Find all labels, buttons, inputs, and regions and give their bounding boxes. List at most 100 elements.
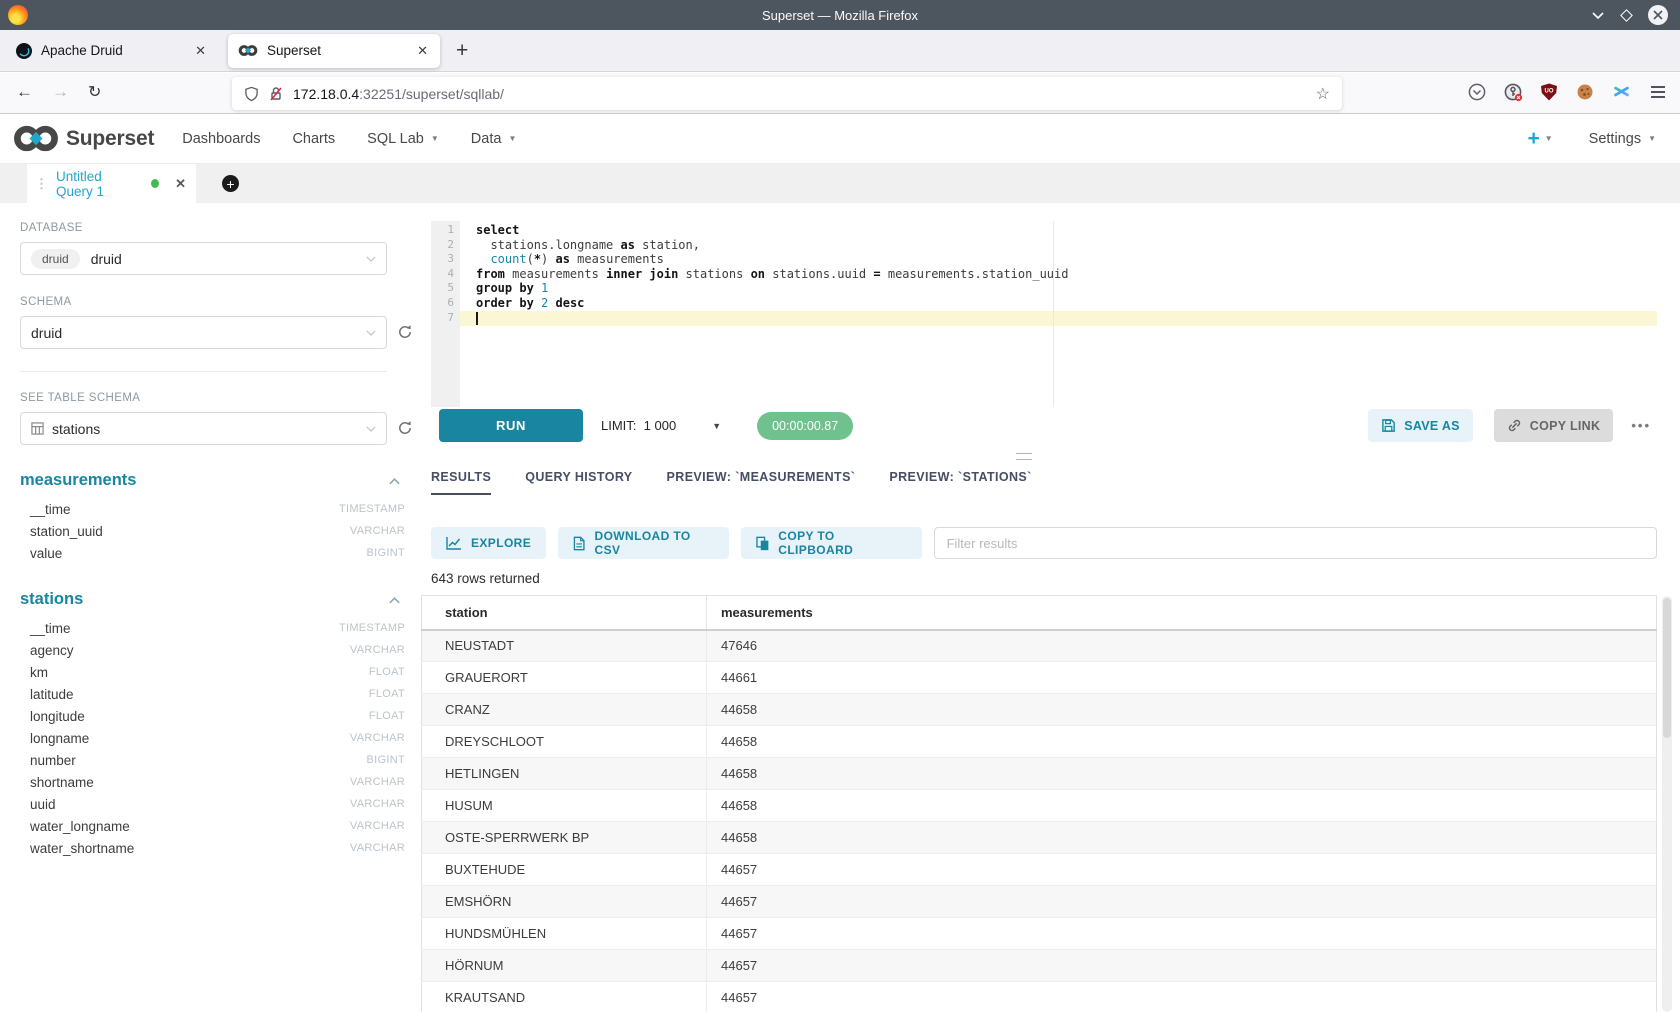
asterisk-extension-icon[interactable] [1613, 83, 1630, 100]
column-header-measurements[interactable]: measurements [707, 596, 1657, 630]
schema-column-row: longnameVARCHAR [20, 727, 405, 749]
code-line: stations.longname as station, [476, 238, 1657, 253]
cell-measurements: 47646 [707, 630, 1657, 662]
tab-results[interactable]: RESULTS [431, 470, 491, 495]
result-row: HÖRNUM44657 [422, 950, 1657, 982]
more-actions-button[interactable]: ••• [1631, 418, 1651, 433]
cookie-extension-icon[interactable] [1576, 83, 1594, 101]
schema-table-section: stations__timeTIMESTAMPagencyVARCHARkmFL… [20, 590, 405, 859]
url-text: 172.18.0.4:32251/superset/sqllab/ [293, 86, 1316, 102]
query-tab-untitled-1[interactable]: ⋮ Untitled Query 1 ✕ [27, 164, 196, 203]
cell-station: HETLINGEN [422, 758, 707, 790]
drag-handle-icon[interactable]: ⋮ [35, 176, 48, 192]
sql-editor[interactable]: 1234567 select stations.longname as stat… [429, 221, 1657, 407]
shield-icon[interactable] [244, 86, 259, 102]
insecure-lock-icon[interactable] [269, 86, 283, 102]
settings-menu[interactable]: Settings▼ [1589, 131, 1656, 147]
tab-preview-stations[interactable]: PREVIEW: `STATIONS` [889, 470, 1031, 495]
line-number: 4 [431, 267, 460, 282]
tab-close-icon[interactable]: ✕ [415, 43, 430, 59]
chart-icon [446, 536, 462, 550]
new-tab-button[interactable]: + [456, 40, 468, 61]
column-type: VARCHAR [350, 842, 405, 854]
window-maximize-icon[interactable] [1620, 9, 1633, 22]
new-query-tab-button[interactable]: + [222, 175, 239, 192]
window-titlebar: Superset — Mozilla Firefox [0, 0, 1680, 30]
cell-station: GRAUERORT [422, 662, 707, 694]
result-row: HETLINGEN44658 [422, 758, 1657, 790]
bookmark-star-icon[interactable]: ☆ [1316, 84, 1330, 104]
add-new-button[interactable]: +▼ [1527, 128, 1552, 149]
chevron-up-icon[interactable] [388, 476, 401, 486]
database-select[interactable]: druid druid [20, 242, 387, 275]
column-name: __time [20, 502, 71, 517]
browser-tab-apache-druid[interactable]: Apache Druid ✕ [6, 34, 218, 68]
editor-print-margin [1053, 221, 1054, 407]
table-icon [31, 422, 44, 435]
results-scrollbar[interactable] [1662, 596, 1672, 1012]
copy-clipboard-button[interactable]: COPY TO CLIPBOARD [741, 527, 922, 559]
column-header-station[interactable]: station [422, 596, 707, 630]
run-button[interactable]: RUN [439, 409, 583, 442]
result-row: KRAUTSAND44657 [422, 982, 1657, 1012]
pocket-icon[interactable] [1468, 83, 1486, 101]
chevron-up-icon[interactable] [388, 595, 401, 605]
column-type: TIMESTAMP [339, 503, 405, 515]
column-name: __time [20, 621, 71, 636]
editor-code[interactable]: select stations.longname as station, cou… [460, 223, 1657, 325]
column-name: agency [20, 643, 74, 658]
nav-dashboards[interactable]: Dashboards [182, 131, 260, 147]
table-schema-label: SEE TABLE SCHEMA [20, 392, 405, 404]
schema-column-row: station_uuidVARCHAR [20, 520, 405, 542]
cell-station: CRANZ [422, 694, 707, 726]
filter-results-input[interactable] [934, 527, 1657, 559]
tab-preview-measurements[interactable]: PREVIEW: `MEASUREMENTS` [667, 470, 856, 495]
table-select[interactable]: stations [20, 412, 387, 445]
nav-charts[interactable]: Charts [292, 131, 335, 147]
reload-button[interactable]: ↻ [88, 82, 101, 102]
save-as-button[interactable]: SAVE AS [1368, 409, 1473, 442]
schema-select[interactable]: druid [20, 316, 387, 349]
chevron-down-icon: ▼ [508, 134, 516, 143]
nav-data[interactable]: Data▼ [471, 131, 517, 147]
key-extension-icon[interactable] [1504, 83, 1523, 102]
cell-station: HUNDSMÜHLEN [422, 918, 707, 950]
schema-table-header[interactable]: measurements [20, 471, 405, 490]
forward-button[interactable]: → [52, 82, 69, 102]
refresh-table-icon[interactable] [397, 420, 413, 436]
results-scrollbar-thumb[interactable] [1663, 598, 1671, 738]
results-table-body: NEUSTADT47646GRAUERORT44661CRANZ44658DRE… [422, 630, 1657, 1012]
column-type: FLOAT [369, 710, 405, 722]
schema-column-row: agencyVARCHAR [20, 639, 405, 661]
cell-station: NEUSTADT [422, 630, 707, 662]
result-row: EMSHÖRN44657 [422, 886, 1657, 918]
editor-cursor [476, 312, 478, 325]
window-minimize-icon[interactable] [1591, 11, 1605, 20]
cell-station: KRAUTSAND [422, 982, 707, 1012]
refresh-schema-icon[interactable] [397, 324, 413, 340]
cell-measurements: 44657 [707, 854, 1657, 886]
window-close-icon[interactable] [1648, 5, 1668, 25]
column-name: value [20, 546, 62, 561]
schema-column-row: valueBIGINT [20, 542, 405, 564]
back-button[interactable]: ← [16, 82, 33, 102]
query-tab-close-icon[interactable]: ✕ [175, 176, 186, 192]
url-bar[interactable]: 172.18.0.4:32251/superset/sqllab/ ☆ [232, 77, 1342, 110]
copy-link-button[interactable]: COPY LINK [1494, 409, 1614, 442]
cell-measurements: 44657 [707, 950, 1657, 982]
sidebar-divider [20, 371, 387, 372]
tab-close-icon[interactable]: ✕ [193, 43, 208, 59]
hamburger-menu-icon[interactable] [1650, 85, 1666, 99]
tab-title: Superset [267, 43, 415, 58]
browser-tab-superset[interactable]: Superset ✕ [228, 34, 440, 68]
schema-table-header[interactable]: stations [20, 590, 405, 609]
nav-sql-lab[interactable]: SQL Lab▼ [367, 131, 439, 147]
download-csv-button[interactable]: DOWNLOAD TO CSV [558, 527, 729, 559]
schema-column-row: __time TIMESTAMP [20, 498, 405, 520]
ublock-icon[interactable]: UO [1540, 83, 1558, 101]
explore-button[interactable]: EXPLORE [431, 527, 546, 559]
pane-resize-handle[interactable] [1016, 453, 1032, 460]
tab-query-history[interactable]: QUERY HISTORY [525, 470, 632, 495]
limit-dropdown-icon[interactable]: ▼ [712, 421, 721, 431]
superset-logo[interactable]: Superset [12, 123, 154, 154]
